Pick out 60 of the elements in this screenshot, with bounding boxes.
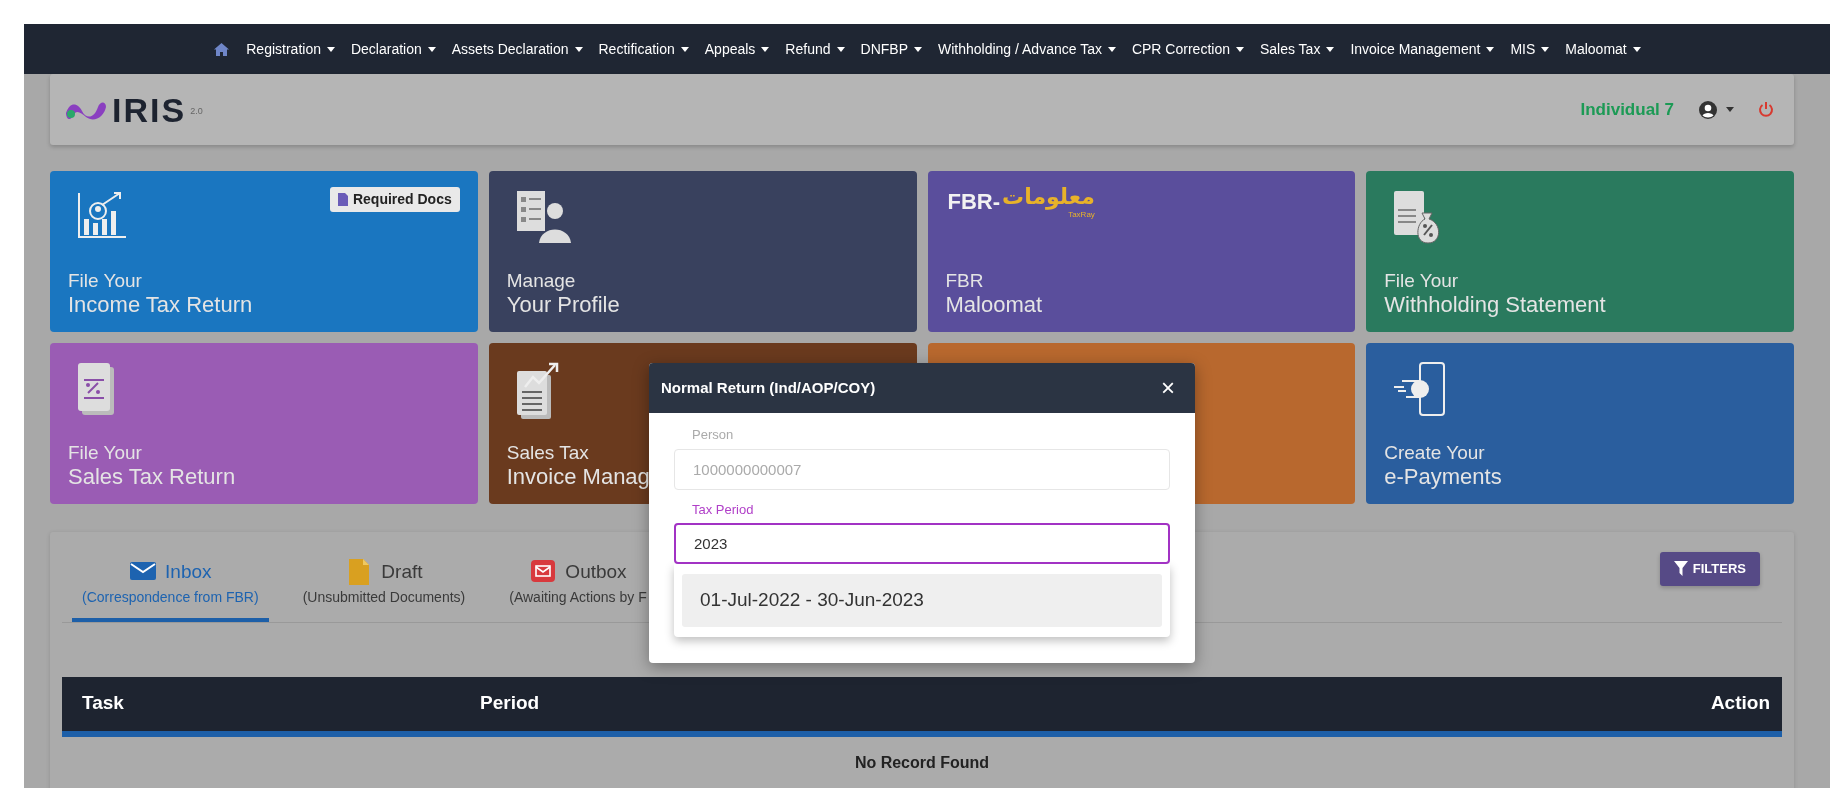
mailbox-tab[interactable]: Draft (Unsubmitted Documents) [292,552,476,622]
column-header: Period [480,691,541,716]
column-header: Action [1710,691,1770,716]
dialog-title: Normal Return (Ind/AOP/COY) [661,377,876,398]
user-icon [1698,99,1718,120]
tile-subtitle: FBR [945,269,984,292]
tile-subtitle: File Your [68,269,142,292]
column-header: Task [82,691,125,716]
tile-subtitle: File Your [68,441,142,464]
close-button[interactable]: × [1157,376,1179,400]
input-field[interactable]: 2023 [674,523,1170,564]
nav-menu-item[interactable]: Maloomat [1565,38,1641,60]
home-icon [213,41,231,57]
tile-subtitle: File Your [1384,269,1459,292]
maloomat-logo-urdu: معلومات [1002,185,1095,210]
tile-title: Income Tax Return [68,291,253,318]
tile-title: Maloomat [945,291,1043,318]
nav-menu-item[interactable]: Rectification [598,38,689,60]
maloomat-logo-tagline: TaxRay [1068,210,1095,222]
profile-checklist-icon [514,189,571,245]
tile-title: Your Profile [506,291,620,318]
nav-menu-item[interactable]: Refund [785,38,845,60]
tile-title: Sales Tax Return [68,463,236,490]
tile-title: Invoice Manag [506,463,650,490]
tile-subtitle: Manage [506,269,576,292]
tile-subtitle: Create Your [1384,441,1485,464]
nav-menu-item[interactable]: Invoice Management [1350,38,1495,60]
user-menu-button[interactable] [1698,99,1734,120]
menu-tile[interactable]: Manage Your Profile [488,171,917,332]
menu-tile[interactable]: File Your Sales Tax Return [50,343,478,504]
nav-menu-item[interactable]: Withholding / Advance Tax [937,38,1116,60]
dropdown-option[interactable]: 01-Jul-2022 - 30-Jun-2023 [682,574,1162,627]
tile-subtitle: Sales Tax [506,441,589,464]
field-label: Person [691,426,735,444]
menu-tile[interactable]: Required Docs File Your Income Tax Return [50,171,478,332]
document-icon [337,193,348,206]
nav-menu-item[interactable]: Registration [246,38,335,60]
required-docs-button[interactable]: Required Docs [329,187,460,212]
filters-button[interactable]: FILTERS [1659,552,1760,586]
tax-document-icon [76,361,116,417]
tile-title: e-Payments [1384,463,1502,490]
power-icon [1758,101,1774,118]
logo-text: IRIS [112,92,187,127]
menu-tile[interactable]: File Your Withholding Statement [1366,171,1794,332]
nav-menu-item[interactable]: Sales Tax [1259,38,1335,60]
user-name: Individual 7 [1580,98,1674,121]
tile-title: Withholding Statement [1384,291,1606,318]
empty-table-message: No Record Found [853,752,991,773]
nav-menu-item[interactable]: Assets Declaration [451,38,583,60]
nav-menu-item[interactable]: Declaration [350,38,436,60]
nav-menu-item[interactable]: Appeals [704,38,770,60]
logo-version: 2.0 [190,104,203,118]
chart-icon [76,189,128,241]
field-label: Tax Period [691,500,755,519]
menu-tile[interactable]: Create Your e-Payments [1366,343,1794,504]
maloomat-logo-text: FBR- [947,188,1001,216]
nav-menu-item[interactable]: CPR Correction [1131,38,1244,60]
nav-menu-item[interactable]: DNFBP [860,38,922,60]
nav-menu-item[interactable]: MIS [1510,38,1550,60]
filter-icon [1673,561,1688,577]
